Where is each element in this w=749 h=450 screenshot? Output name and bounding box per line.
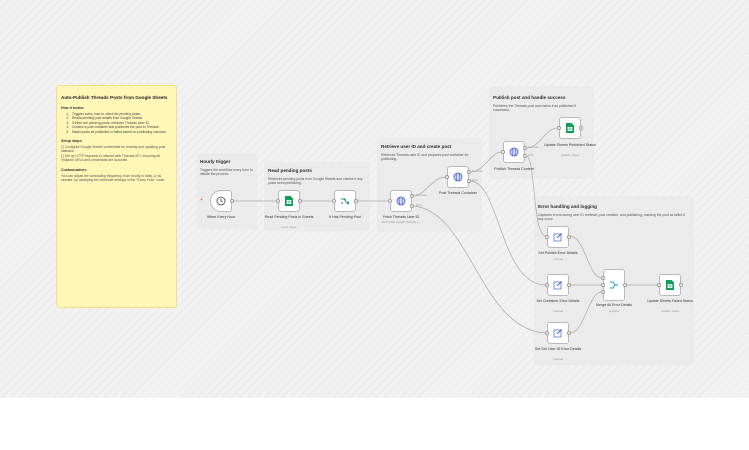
set-container-error-label: Set Container Error Details [536,299,580,303]
output-port[interactable] [679,283,683,287]
when-every-hour-label: When Every Hour [206,215,236,219]
globe-icon [453,172,463,182]
output-port[interactable] [623,283,627,287]
publish-threads-content-label: Publish Threads Content [494,167,534,171]
update-sheets-failed-label: Update Sheets Failed Status [647,299,693,303]
success-port-label: Success [416,193,427,197]
set-publish-error-label: Set Publish Error Details [538,251,578,255]
input-port[interactable] [388,199,392,203]
read-pending-posts-label: Read Pending Posts in Sheets [264,215,314,219]
success-output-port[interactable] [523,146,527,150]
input-port[interactable] [276,199,280,203]
error-output-port[interactable] [410,204,414,208]
set-user-id-error-subtitle: manual [553,357,563,361]
error-port-label: Error [528,153,535,157]
output-port[interactable] [579,126,583,130]
publish-threads-content-node[interactable] [503,141,525,163]
google-sheets-icon [666,280,674,290]
if-has-pending-post-node[interactable] [334,190,356,212]
update-sheets-published-subtitle: update: sheet [560,153,580,157]
workflow-canvas[interactable]: Auto-Publish Threads Posts from Google S… [0,0,749,398]
error-port-label: Error [416,203,423,207]
input-port[interactable] [545,331,549,335]
add-trigger-plus-icon[interactable]: + [200,197,203,203]
set-publish-error-subtitle: manual [553,257,563,261]
fetch-threads-user-id-subtitle: GET: https://graph.threads.n... [380,220,422,224]
set-publish-error-node[interactable] [547,226,569,248]
google-sheets-icon [285,196,293,206]
success-port-label: Success [528,145,539,149]
input-port[interactable] [545,283,549,287]
input-port[interactable] [557,126,561,130]
error-output-port[interactable] [523,154,527,158]
output-port[interactable] [567,283,571,287]
success-output-port[interactable] [467,170,471,174]
edit-icon [553,329,562,338]
update-sheets-published-label: Update Sheets Published Status [544,143,596,147]
set-container-error-subtitle: manual [553,309,563,313]
merge-all-errors-label: Merge All Error Details [596,303,632,307]
connection-lines [232,127,658,334]
merge-icon [610,281,618,289]
input-port[interactable] [601,283,605,287]
input-port[interactable] [445,175,449,179]
when-every-hour-node[interactable] [210,190,232,212]
success-port-label: Success [472,169,483,173]
input-port[interactable] [601,276,605,280]
fetch-threads-user-id-node[interactable] [390,190,412,212]
input-port[interactable] [332,199,336,203]
input-port[interactable] [545,235,549,239]
edit-icon [553,281,562,290]
input-port[interactable] [501,150,505,154]
merge-all-errors-node[interactable] [603,269,625,301]
if-has-pending-post-label: If Has Pending Post [329,215,361,219]
success-output-port[interactable] [410,194,414,198]
set-container-error-node[interactable] [547,274,569,296]
read-pending-posts-subtitle: read: sheet [281,225,297,229]
post-threads-container-node[interactable] [447,166,469,188]
google-sheets-icon [566,123,574,133]
error-output-port[interactable] [467,179,471,183]
fetch-threads-user-id-label: Fetch Threads User ID [382,215,420,219]
output-port[interactable] [354,199,358,203]
read-pending-posts-node[interactable] [278,190,300,212]
globe-icon [396,196,406,206]
output-port[interactable] [567,331,571,335]
input-port[interactable] [601,290,605,294]
update-sheets-published-node[interactable] [559,117,581,139]
globe-icon [509,147,519,157]
output-port[interactable] [298,199,302,203]
set-user-id-error-node[interactable] [547,322,569,344]
error-port-label: Error [472,178,479,182]
input-port[interactable] [657,283,661,287]
clock-icon [216,196,226,206]
output-port[interactable] [567,235,571,239]
update-sheets-failed-node[interactable] [659,274,681,296]
edit-icon [553,233,562,242]
update-sheets-failed-subtitle: update: sheet [660,309,680,313]
set-user-id-error-label: Set Get User ID Error Details [534,347,582,351]
if-branch-icon [341,198,350,205]
output-port[interactable] [230,199,234,203]
merge-all-errors-subtitle: append [608,309,619,313]
post-threads-container-label: Post Threads Container [439,191,477,195]
